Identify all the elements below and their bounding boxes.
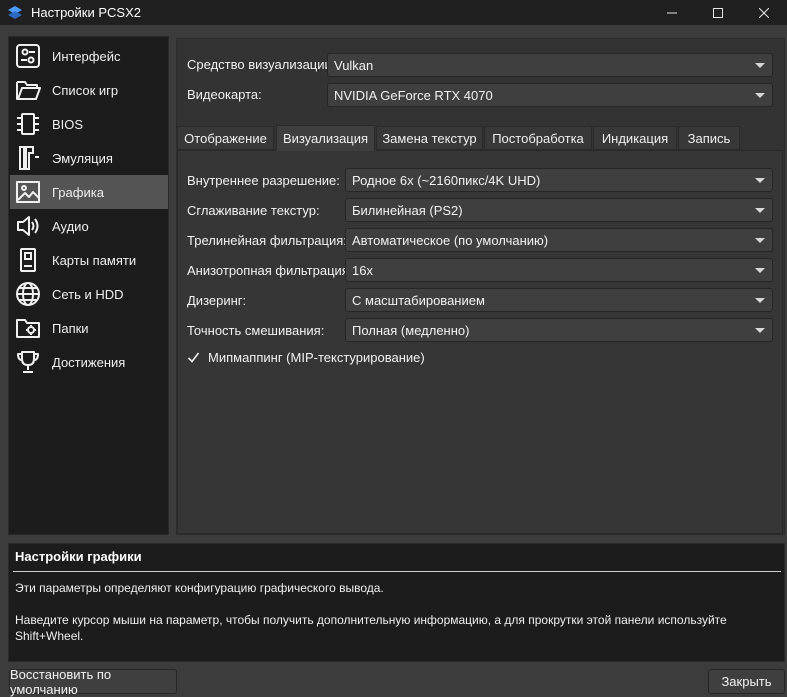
- sidebar-item-label: Папки: [52, 320, 89, 336]
- chip-icon: [13, 109, 43, 139]
- trilinear-filtering-label: Трелинейная фильтрация:: [187, 233, 347, 248]
- minimize-button[interactable]: [649, 0, 695, 25]
- chevron-down-icon: [755, 178, 765, 183]
- info-text-line-3: Shift+Wheel.: [15, 629, 84, 643]
- blending-accuracy-value: Полная (медленно): [352, 322, 470, 338]
- chevron-down-icon: [755, 238, 765, 243]
- tab-texture-replacement[interactable]: Замена текстур: [376, 126, 483, 150]
- sidebar-item-audio[interactable]: Аудио: [10, 209, 168, 243]
- sidebar-item-label: Карты памяти: [52, 252, 137, 268]
- globe-icon: [13, 279, 43, 309]
- help-info-panel: Настройки графики Эти параметры определя…: [8, 543, 785, 662]
- tab-osd[interactable]: Индикация: [593, 126, 677, 150]
- close-icon: [759, 7, 769, 18]
- close-button[interactable]: Закрыть: [708, 669, 785, 694]
- mipmapping-label: Мипмаппинг (MIP-текстурирование): [208, 350, 425, 365]
- chevron-down-icon: [755, 63, 765, 68]
- blending-accuracy-label: Точность смешивания:: [187, 323, 325, 338]
- trophy-icon: [13, 347, 43, 377]
- renderer-value: Vulkan: [334, 57, 374, 73]
- settings-window-icon: [13, 41, 43, 71]
- minimize-icon: [667, 12, 677, 13]
- tab-rendering[interactable]: Визуализация: [276, 125, 375, 151]
- dithering-value: С масштабированием: [352, 292, 485, 308]
- divider: [13, 571, 781, 572]
- chevron-down-icon: [755, 328, 765, 333]
- adapter-label: Видеокарта:: [187, 87, 262, 102]
- maximize-icon: [713, 7, 723, 18]
- anisotropic-filtering-label: Анизотропная фильтрация:: [187, 263, 353, 278]
- chevron-down-icon: [755, 208, 765, 213]
- tab-recording[interactable]: Запись: [678, 126, 740, 150]
- speaker-icon: [13, 211, 43, 241]
- anisotropic-filtering-select[interactable]: 16x: [345, 258, 773, 282]
- sidebar-item-memory-cards[interactable]: Карты памяти: [10, 243, 168, 277]
- sidebar-item-bios[interactable]: BIOS: [10, 107, 168, 141]
- folder-settings-icon: [13, 313, 43, 343]
- sidebar-item-label: Графика: [52, 184, 104, 200]
- adapter-select[interactable]: NVIDIA GeForce RTX 4070: [327, 83, 773, 107]
- info-text-line-1: Эти параметры определяют конфигурацию гр…: [15, 581, 384, 595]
- renderer-select[interactable]: Vulkan: [327, 53, 773, 77]
- anisotropic-filtering-value: 16x: [352, 262, 373, 278]
- pcsx2-logo-icon: [8, 5, 22, 19]
- texture-filtering-label: Сглаживание текстур:: [187, 203, 320, 218]
- sidebar-item-achievements[interactable]: Достижения: [10, 345, 168, 379]
- chevron-down-icon: [755, 93, 765, 98]
- dithering-label: Дизеринг:: [187, 293, 247, 308]
- tab-display[interactable]: Отображение: [177, 126, 274, 150]
- info-text-line-2: Наведите курсор мыши на параметр, чтобы …: [15, 613, 727, 627]
- sidebar-item-graphics[interactable]: Графика: [10, 175, 168, 209]
- restore-defaults-button[interactable]: Восстановить по умолчанию: [9, 667, 177, 697]
- mipmapping-checkbox[interactable]: Мипмаппинг (MIP-текстурирование): [187, 350, 425, 365]
- sidebar-item-label: BIOS: [52, 116, 84, 132]
- settings-category-list: Интерфейс Список игр BIOS Эмуляция Графи…: [8, 36, 169, 535]
- dithering-select[interactable]: С масштабированием: [345, 288, 773, 312]
- internal-resolution-label: Внутреннее разрешение:: [187, 173, 340, 188]
- sidebar-item-label: Сеть и HDD: [52, 286, 124, 302]
- trilinear-filtering-select[interactable]: Автоматическое (по умолчанию): [345, 228, 773, 252]
- sidebar-item-network-hdd[interactable]: Сеть и HDD: [10, 277, 168, 311]
- trilinear-filtering-value: Автоматическое (по умолчанию): [352, 232, 549, 248]
- internal-resolution-value: Родное 6x (~2160пикс/4K UHD): [352, 172, 541, 188]
- sidebar-item-emulation[interactable]: Эмуляция: [10, 141, 168, 175]
- window-title: Настройки PCSX2: [31, 5, 141, 20]
- texture-filtering-select[interactable]: Билинейная (PS2): [345, 198, 773, 222]
- image-icon: [13, 177, 43, 207]
- info-title: Настройки графики: [15, 549, 142, 564]
- chevron-down-icon: [755, 298, 765, 303]
- folder-open-icon: [13, 75, 43, 105]
- sidebar-item-label: Список игр: [52, 82, 119, 98]
- sidebar-item-label: Интерфейс: [52, 48, 121, 64]
- memory-card-icon: [13, 245, 43, 275]
- close-window-button[interactable]: [741, 0, 787, 25]
- emulation-icon: [13, 143, 43, 173]
- adapter-value: NVIDIA GeForce RTX 4070: [334, 87, 493, 103]
- sidebar-item-label: Аудио: [52, 218, 89, 234]
- blending-accuracy-select[interactable]: Полная (медленно): [345, 318, 773, 342]
- sidebar-item-folders[interactable]: Папки: [10, 311, 168, 345]
- renderer-label: Средство визуализации:: [187, 57, 336, 72]
- maximize-button[interactable]: [695, 0, 741, 25]
- tab-post-processing[interactable]: Постобработка: [484, 126, 592, 150]
- sidebar-item-label: Эмуляция: [52, 150, 113, 166]
- internal-resolution-select[interactable]: Родное 6x (~2160пикс/4K UHD): [345, 168, 773, 192]
- sidebar-item-game-list[interactable]: Список игр: [10, 73, 168, 107]
- sidebar-item-label: Достижения: [52, 354, 126, 370]
- chevron-down-icon: [755, 268, 765, 273]
- texture-filtering-value: Билинейная (PS2): [352, 202, 463, 218]
- sidebar-item-interface[interactable]: Интерфейс: [10, 39, 168, 73]
- title-bar: Настройки PCSX2: [0, 0, 787, 25]
- checkmark-icon: [187, 351, 200, 364]
